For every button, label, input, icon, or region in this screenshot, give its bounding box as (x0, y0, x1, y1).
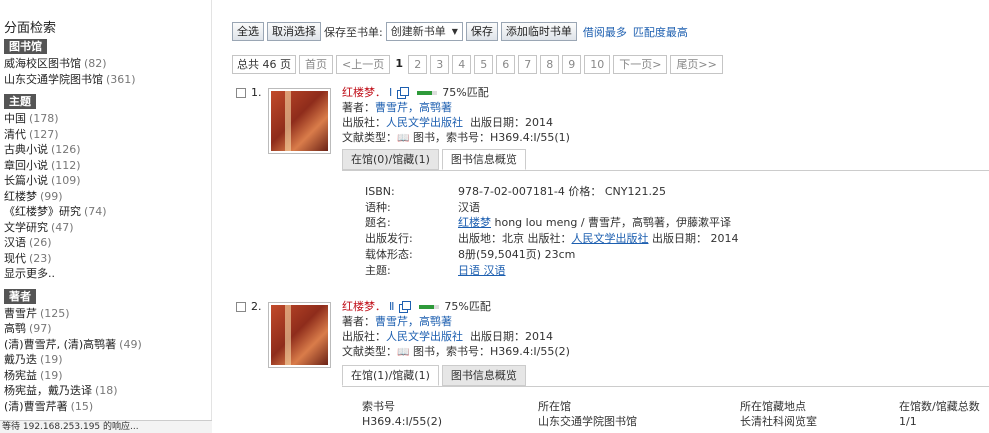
page-link[interactable]: 7 (518, 55, 538, 74)
result-meta: 红楼梦． Ⅱ 75%匹配 著者：曹雪芹，高鹗著 出版社：人民文学出版社 出版日期… (342, 299, 570, 358)
facet-group-library: 图书馆 威海校区图书馆 (82) 山东交通学院图书馆 (361) (0, 36, 211, 87)
title-link[interactable]: 红楼梦 (458, 216, 491, 229)
facet-group-subject: 主题 中国 (178) 清代 (127) 古典小说 (126) 章回小说 (112) 长… (0, 91, 211, 282)
facet-item[interactable]: 高鹗 (97) (0, 321, 211, 337)
result-toolbar: 全选 取消选择 保存至书单: 创建新书单 ▼ 保存 添加临时书单 借阅最多 匹配… (232, 22, 688, 41)
facet-item[interactable]: 文学研究 (47) (0, 220, 211, 236)
tab-book-info[interactable]: 图书信息概览 (441, 365, 526, 386)
book-icon: 📖 (397, 347, 410, 358)
match-progress-bar (417, 90, 438, 95)
copy-icon[interactable] (397, 87, 410, 99)
page-link[interactable]: 5 (474, 55, 494, 74)
result-number: 1. (251, 86, 262, 99)
page-link[interactable]: 8 (540, 55, 560, 74)
book-title-link[interactable]: 红楼梦． (342, 85, 386, 100)
book-info-panel: ISBN: 978-7-02-007181-4 价格： CNY121.25 语种:… (342, 170, 989, 285)
page-link[interactable]: 6 (496, 55, 516, 74)
facet-item[interactable]: 红楼梦 (99) (0, 189, 211, 205)
tab-holdings[interactable]: 在馆(1)/馆藏(1) (342, 365, 439, 386)
first-page-button[interactable]: 首页 (299, 55, 333, 74)
page-total: 总共 46 页 (232, 55, 296, 74)
sidebar-title: 分面检索 (4, 21, 57, 36)
page-link[interactable]: 2 (408, 55, 428, 74)
publisher-link[interactable]: 人民文学出版社 (572, 232, 649, 245)
facet-item[interactable]: 杨宪益 (19) (0, 368, 211, 384)
tab-holdings[interactable]: 在馆(0)/馆藏(1) (342, 149, 439, 170)
book-cover-image[interactable] (268, 302, 331, 368)
author-link[interactable]: 曹雪芹，高鹗著 (375, 315, 452, 328)
facet-item[interactable]: (清)曹雪芹, (清)高鹗著 (49) (0, 337, 211, 353)
subject-link[interactable]: 日语 汉语 (458, 264, 506, 277)
facet-item[interactable]: 杨宪益，戴乃迭译 (18) (0, 383, 211, 399)
result-number: 2. (251, 300, 262, 313)
booklist-select[interactable]: 创建新书单 ▼ (385, 22, 463, 41)
table-row: H369.4:I/55(2) 山东交通学院图书馆 长清社科阅览室 1/1 (362, 415, 917, 428)
prev-page-button[interactable]: <上一页 (336, 55, 391, 74)
page-link[interactable]: 9 (562, 55, 582, 74)
match-percent: 75%匹配 (442, 86, 489, 99)
chevron-down-icon: ▼ (451, 27, 458, 36)
result-checkbox[interactable] (236, 88, 246, 98)
holdings-header-row: 索书号 所在馆 所在馆藏地点 在馆数/馆藏总数 (362, 400, 980, 413)
tab-book-info[interactable]: 图书信息概览 (441, 149, 526, 170)
volume-label: Ⅰ (389, 86, 393, 99)
volume-label: Ⅱ (389, 300, 395, 313)
match-percent: 75%匹配 (444, 300, 491, 313)
match-progress-bar (419, 304, 440, 309)
facet-head-author: 著者 (4, 288, 36, 304)
facet-item[interactable]: 山东交通学院图书馆 (361) (0, 72, 211, 88)
last-page-button[interactable]: 尾页>> (670, 55, 723, 74)
deselect-button[interactable]: 取消选择 (267, 22, 321, 41)
pagination: 总共 46 页 首页 <上一页 1 2 3 4 5 6 7 8 9 10 下一页… (232, 55, 723, 74)
result-checkbox[interactable] (236, 302, 246, 312)
facet-item[interactable]: 威海校区图书馆 (82) (0, 56, 211, 72)
save-to-label: 保存至书单: (324, 25, 383, 39)
facet-item[interactable]: 古典小说 (126) (0, 142, 211, 158)
book-cover-image[interactable] (268, 88, 331, 154)
add-temp-list-button[interactable]: 添加临时书单 (500, 22, 577, 41)
sort-best-match-link[interactable]: 匹配度最高 (633, 24, 688, 40)
facet-item[interactable]: (清)曹雪芹著 (15) (0, 399, 211, 415)
facet-item[interactable]: 中国 (178) (0, 111, 211, 127)
facet-item[interactable]: 章回小说 (112) (0, 158, 211, 174)
browser-status-bar: 等待 192.168.253.195 的响应... (0, 420, 212, 433)
publisher-link[interactable]: 人民文学出版社 (386, 330, 463, 343)
next-page-button[interactable]: 下一页> (613, 55, 668, 74)
copy-icon[interactable] (399, 301, 412, 313)
book-title-link[interactable]: 红楼梦． (342, 299, 386, 314)
author-link[interactable]: 曹雪芹，高鹗著 (375, 101, 452, 114)
facet-item[interactable]: 戴乃迭 (19) (0, 352, 211, 368)
result-item: 1. 红楼梦． Ⅰ 75%匹配 著者：曹雪芹，高鹗著 出版社：人民文学出版社 出… (232, 85, 989, 298)
page-link[interactable]: 10 (584, 55, 611, 74)
select-all-button[interactable]: 全选 (232, 22, 264, 41)
facet-group-author: 著者 曹雪芹 (125) 高鹗 (97) (清)曹雪芹, (清)高鹗著 (49) 戴乃… (0, 286, 211, 415)
book-icon: 📖 (397, 133, 410, 144)
holdings-table: 索书号 所在馆 所在馆藏地点 在馆数/馆藏总数 H369.4:I/55(2) 山… (362, 399, 989, 429)
booklist-select-value: 创建新书单 (390, 25, 446, 38)
save-button[interactable]: 保存 (465, 22, 498, 41)
facet-head-library: 图书馆 (4, 39, 47, 54)
sort-most-borrowed-link[interactable]: 借阅最多 (583, 24, 627, 40)
facet-item[interactable]: 曹雪芹 (125) (0, 306, 211, 322)
result-item: 2. 红楼梦． Ⅱ 75%匹配 著者：曹雪芹，高鹗著 出版社：人民文学出版社 出… (232, 299, 989, 433)
result-tabs: 在馆(1)/馆藏(1) 图书信息概览 (342, 365, 529, 386)
publisher-link[interactable]: 人民文学出版社 (386, 116, 463, 129)
facet-item[interactable]: 清代 (127) (0, 127, 211, 143)
facet-item[interactable]: 现代 (23) (0, 251, 211, 267)
facet-head-subject: 主题 (4, 94, 36, 109)
facet-item[interactable]: 《红楼梦》研究 (74) (0, 204, 211, 220)
show-more-link[interactable]: 显示更多.. (0, 266, 211, 282)
page-current: 1 (393, 55, 406, 74)
page-link[interactable]: 4 (452, 55, 472, 74)
facet-item[interactable]: 汉语 (26) (0, 235, 211, 251)
facet-item[interactable]: 长篇小说 (109) (0, 173, 211, 189)
result-meta: 红楼梦． Ⅰ 75%匹配 著者：曹雪芹，高鹗著 出版社：人民文学出版社 出版日期… (342, 85, 570, 144)
result-tabs: 在馆(0)/馆藏(1) 图书信息概览 (342, 149, 529, 170)
page-link[interactable]: 3 (430, 55, 450, 74)
facet-sidebar: 分面检索 图书馆 威海校区图书馆 (82) 山东交通学院图书馆 (361) 主题 中… (0, 0, 212, 433)
